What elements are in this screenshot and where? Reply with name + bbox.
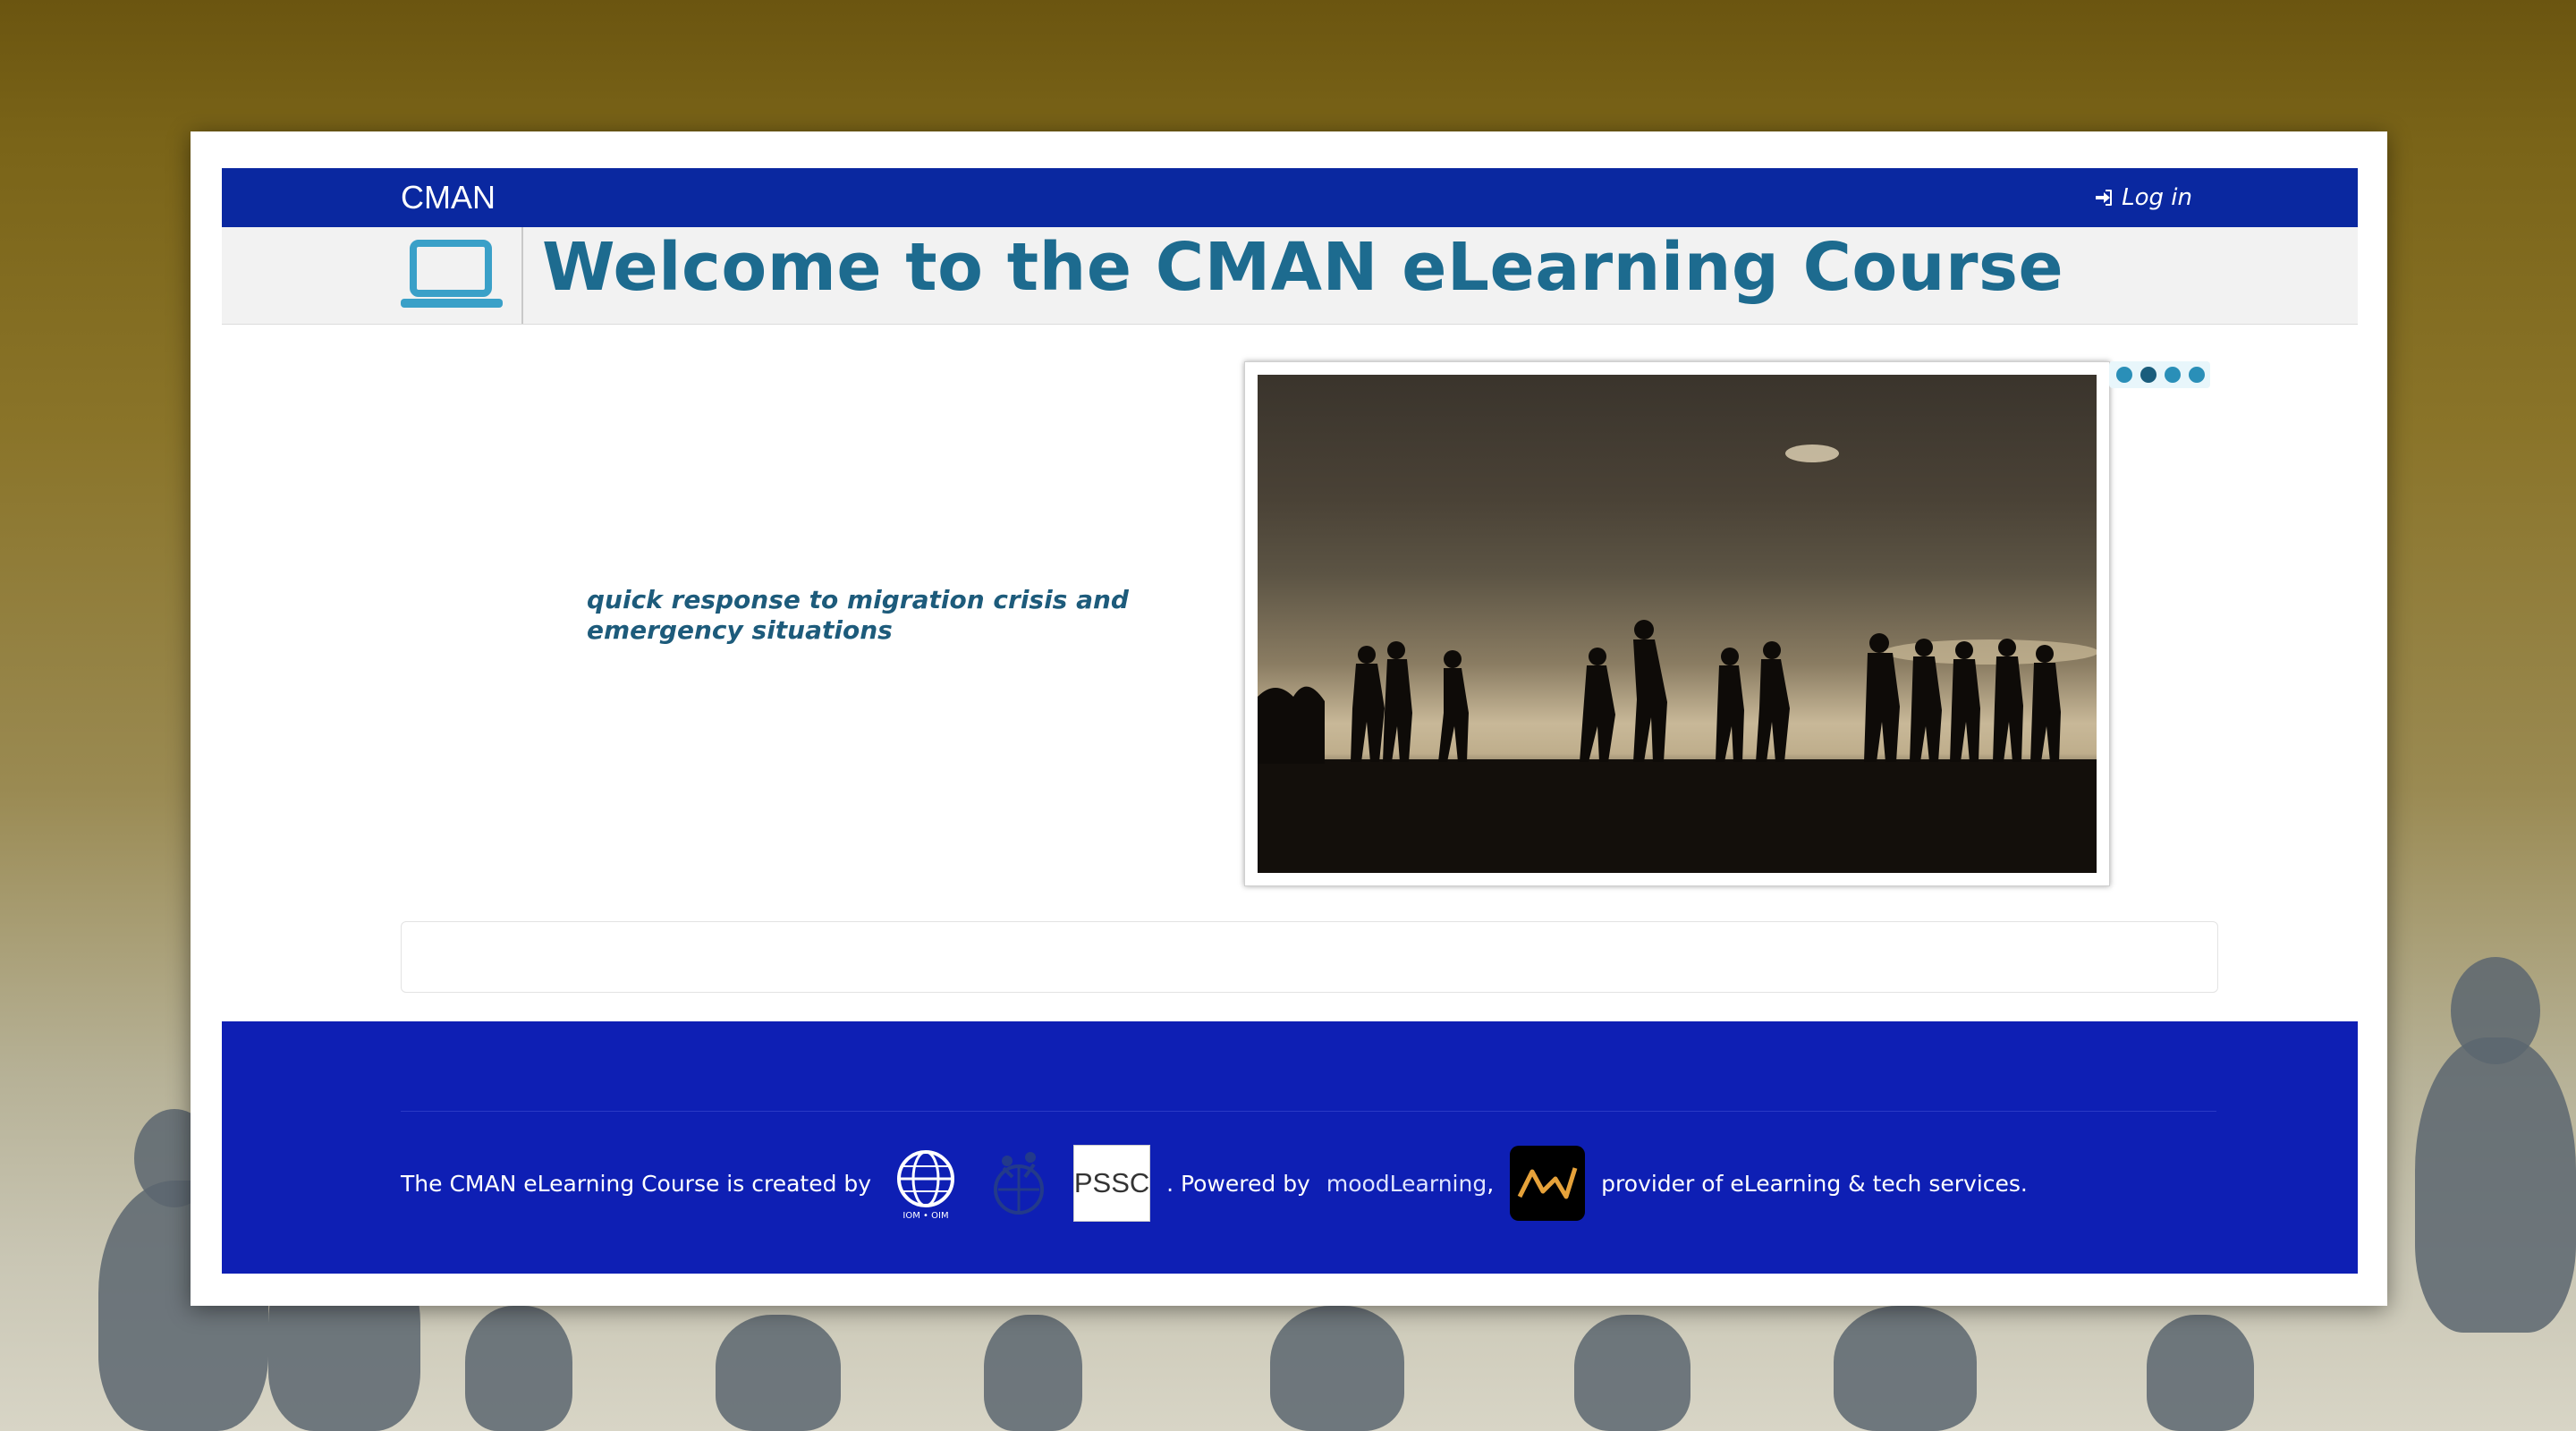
sign-in-icon xyxy=(2096,190,2113,206)
iom-label: IOM • OIM xyxy=(902,1211,948,1221)
partner-globe-logo[interactable] xyxy=(980,1145,1057,1222)
footer-credits: The CMAN eLearning Course is created by … xyxy=(401,1143,2028,1224)
header-divider xyxy=(521,227,523,324)
page-header: Welcome to the CMAN eLearning Course xyxy=(222,227,2358,325)
site-brand-link[interactable]: CMAN xyxy=(401,179,496,216)
slide-dot-1[interactable] xyxy=(2116,367,2132,383)
page-footer: The CMAN eLearning Course is created by … xyxy=(222,1021,2358,1274)
footer-divider xyxy=(401,1111,2216,1112)
slide-image-silhouettes xyxy=(1258,445,2097,873)
moodlearning-link[interactable]: moodLearning xyxy=(1326,1171,1487,1197)
slide-caption: quick response to migration crisis and e… xyxy=(587,585,1129,645)
top-navbar: CMAN Log in xyxy=(222,168,2358,227)
content-panel xyxy=(401,921,2218,993)
slideshow-frame xyxy=(1244,361,2110,886)
slide-dot-3[interactable] xyxy=(2165,367,2181,383)
page-title: Welcome to the CMAN eLearning Course xyxy=(542,229,2064,306)
site-frame: CMAN Log in Welcome to the CMAN eLearnin… xyxy=(191,131,2387,1306)
created-by-text: The CMAN eLearning Course is created by xyxy=(401,1170,872,1197)
slide-dot-2[interactable] xyxy=(2140,367,2157,383)
comma-text: , xyxy=(1487,1170,1495,1197)
laptop-icon xyxy=(401,240,503,308)
slideshow-pager xyxy=(2109,361,2210,388)
login-label: Log in xyxy=(2122,184,2192,211)
moodlearning-logo[interactable] xyxy=(1510,1146,1586,1221)
migrants-silhouette-image xyxy=(1258,375,2097,873)
provider-text: provider of eLearning & tech services. xyxy=(1601,1170,2028,1197)
moodlearning-mark-icon xyxy=(1517,1167,1578,1199)
slide-dot-4[interactable] xyxy=(2189,367,2205,383)
login-link[interactable]: Log in xyxy=(2093,184,2192,211)
powered-by-text: . Powered by xyxy=(1166,1170,1310,1197)
page-container: CMAN Log in Welcome to the CMAN eLearnin… xyxy=(222,168,2358,1274)
iom-logo[interactable]: IOM • OIM xyxy=(887,1145,964,1222)
pssc-logo[interactable]: PSSC xyxy=(1073,1145,1151,1222)
